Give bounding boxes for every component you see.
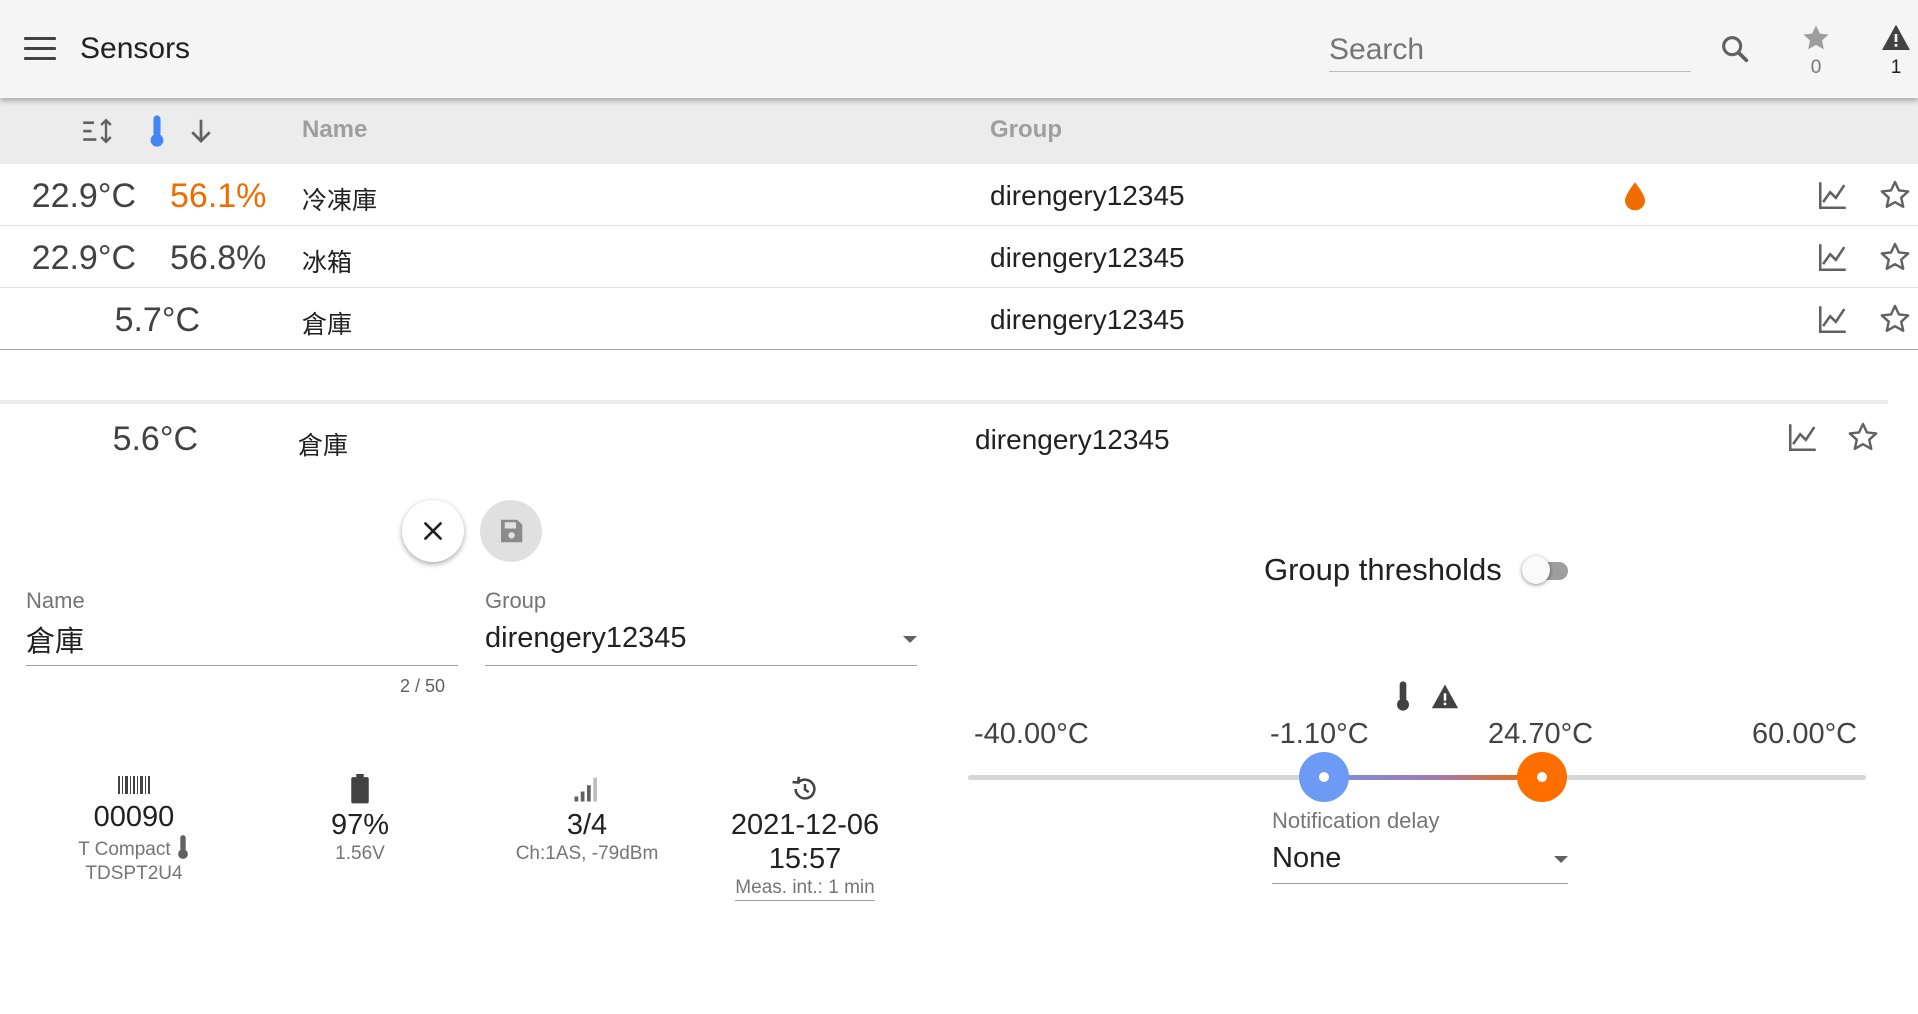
chevron-down-icon xyxy=(1554,856,1568,863)
device-model: T Compact xyxy=(54,834,214,862)
chart-icon[interactable] xyxy=(1816,178,1850,212)
group-select-value: direngery12345 xyxy=(485,622,687,654)
group-thresholds-toggle[interactable] xyxy=(1522,556,1572,584)
alarms-count: 1 xyxy=(1890,57,1902,78)
search-input[interactable] xyxy=(1329,30,1691,70)
device-model-code: TDSPT2U4 xyxy=(85,863,183,884)
battery-info: 97% 1.56V xyxy=(300,774,420,866)
star-outline-icon[interactable] xyxy=(1878,178,1912,212)
table-header: Name Group xyxy=(0,98,1918,164)
favorites-button[interactable]: 0 xyxy=(1794,22,1838,79)
sensor-detail-panel: 5.6°C 倉庫 direngery12345 Name 2 / 50 Grou… xyxy=(0,400,1888,1014)
close-button[interactable] xyxy=(402,500,464,562)
name-field[interactable] xyxy=(26,616,458,666)
history-icon xyxy=(792,776,816,800)
humidity-value: 56.8% xyxy=(170,239,267,277)
table-row[interactable]: 22.9°C 56.1% 冷凍庫 direngery12345 xyxy=(0,164,1918,226)
save-button[interactable] xyxy=(480,500,542,562)
search-field[interactable] xyxy=(1329,30,1691,72)
column-header-group[interactable]: Group xyxy=(990,116,1062,144)
battery-icon xyxy=(351,774,369,804)
notification-delay-value: None xyxy=(1272,842,1342,874)
thermometer-icon[interactable] xyxy=(148,114,166,148)
water-drop-icon xyxy=(1625,182,1645,211)
sort-icon[interactable] xyxy=(82,116,118,146)
star-outline-icon[interactable] xyxy=(1846,420,1880,454)
signal-detail: Ch:1AS, -79dBm xyxy=(515,843,659,864)
high-threshold-handle[interactable] xyxy=(1517,752,1567,802)
close-icon xyxy=(424,522,442,540)
name-field-label: Name xyxy=(26,588,85,613)
temperature-value: 22.9°C xyxy=(31,239,136,277)
sensor-name: 冰箱 xyxy=(302,249,353,277)
temperature-value: 22.9°C xyxy=(31,177,136,215)
battery-percent: 97% xyxy=(330,809,390,841)
star-icon xyxy=(1803,25,1829,50)
name-character-counter: 2 / 50 xyxy=(400,676,446,696)
name-input[interactable] xyxy=(26,616,458,662)
sensor-name: 倉庫 xyxy=(302,311,353,339)
last-date: 2021-12-06 xyxy=(730,809,880,841)
humidity-value: 56.1% xyxy=(170,177,267,215)
detail-temperature: 5.6°C xyxy=(112,420,198,458)
sensor-name: 冷凍庫 xyxy=(302,187,378,215)
table-row[interactable]: 22.9°C 56.8% 冰箱 direngery12345 xyxy=(0,226,1918,288)
sensor-group: direngery12345 xyxy=(990,304,1185,335)
warning-icon xyxy=(1882,24,1910,50)
notification-delay-label: Notification delay xyxy=(1272,808,1440,833)
chevron-down-icon xyxy=(903,636,917,643)
sensor-group: direngery12345 xyxy=(990,242,1185,273)
star-outline-icon[interactable] xyxy=(1878,302,1912,336)
group-field-label: Group xyxy=(485,588,547,613)
save-icon xyxy=(501,519,523,543)
warning-icon xyxy=(1431,684,1459,709)
menu-icon[interactable] xyxy=(24,37,56,63)
table-row[interactable]: 5.7°C 倉庫 direngery12345 xyxy=(0,288,1918,350)
group-select[interactable]: direngery12345 xyxy=(485,616,917,666)
serial-number: 00090 xyxy=(93,801,175,833)
signal-strength-icon xyxy=(574,777,597,802)
notification-delay-select[interactable]: None xyxy=(1272,836,1568,884)
high-threshold-label: 24.70°C xyxy=(1488,718,1594,750)
detail-sensor-name: 倉庫 xyxy=(298,432,349,460)
star-outline-icon[interactable] xyxy=(1878,240,1912,274)
signal-value: 3/4 xyxy=(566,809,608,841)
threshold-slider-range xyxy=(1324,775,1542,780)
signal-info: 3/4 Ch:1AS, -79dBm xyxy=(500,774,674,866)
thermometer-icon xyxy=(1397,681,1409,711)
sensor-group: direngery12345 xyxy=(990,180,1185,211)
favorites-count: 0 xyxy=(1810,57,1822,78)
last-time: 15:57 xyxy=(768,843,842,875)
search-icon[interactable] xyxy=(1718,32,1752,66)
detail-sensor-group: direngery12345 xyxy=(975,424,1170,455)
last-measurement-info: 2021-12-06 15:57 Meas. int.: 1 min xyxy=(720,774,890,901)
low-threshold-label: -1.10°C xyxy=(1270,718,1369,750)
barcode-icon xyxy=(118,776,150,794)
column-header-name[interactable]: Name xyxy=(302,116,367,144)
chart-icon[interactable] xyxy=(1816,240,1850,274)
slider-max-label: 60.00°C xyxy=(1752,718,1858,750)
measurement-interval-link[interactable]: Meas. int.: 1 min xyxy=(735,876,875,901)
low-threshold-handle[interactable] xyxy=(1299,752,1349,802)
alarms-button[interactable]: 1 xyxy=(1874,22,1918,79)
temperature-value: 5.7°C xyxy=(114,301,200,339)
app-bar: Sensors 0 1 xyxy=(0,0,1918,98)
sort-descending-icon[interactable] xyxy=(186,116,216,146)
battery-voltage: 1.56V xyxy=(335,843,385,864)
group-thresholds-label: Group thresholds xyxy=(1264,552,1502,587)
toggle-knob xyxy=(1522,556,1550,584)
device-info: 00090 T Compact TDSPT2U4 xyxy=(54,774,214,886)
page-title: Sensors xyxy=(80,32,191,65)
chart-icon[interactable] xyxy=(1786,420,1820,454)
thermometer-icon xyxy=(178,835,188,859)
slider-min-label: -40.00°C xyxy=(974,718,1089,750)
chart-icon[interactable] xyxy=(1816,302,1850,336)
